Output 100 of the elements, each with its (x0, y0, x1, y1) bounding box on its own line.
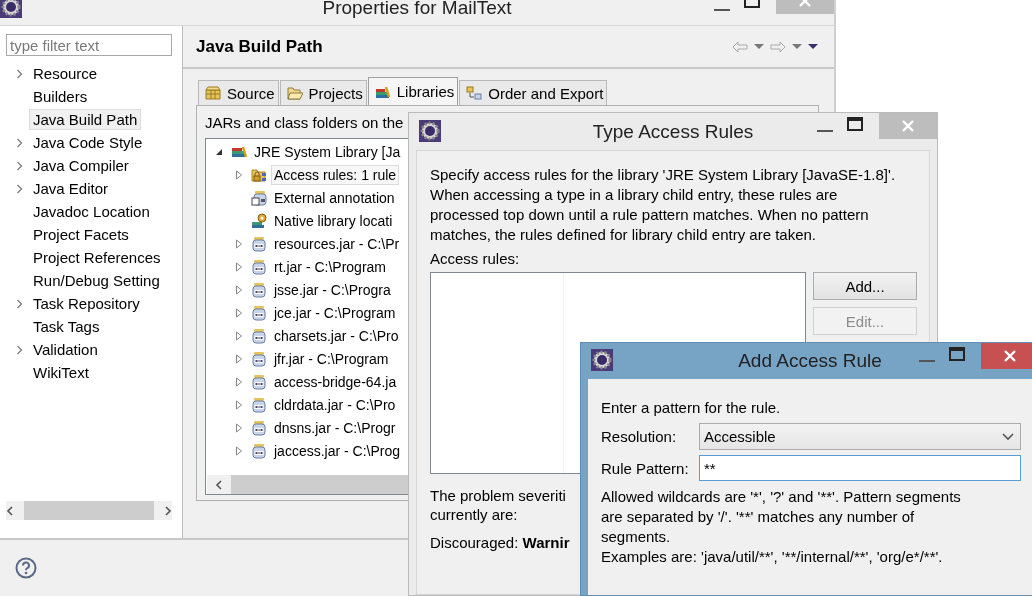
expand-icon[interactable] (235, 284, 243, 295)
tree-item[interactable]: jaccess.jar - C:\Prog (271, 440, 404, 461)
chevron-icon[interactable] (16, 68, 24, 79)
sidebar-item[interactable]: Resource (29, 63, 102, 84)
expand-icon[interactable] (235, 353, 243, 364)
tree-item[interactable]: cldrdata.jar - C:\Pro (271, 394, 399, 415)
tree-item[interactable]: access-bridge-64.ja (271, 371, 400, 392)
severity-text: The problem severiti (430, 486, 566, 505)
forward-icon[interactable] (770, 40, 786, 53)
sidebar-item[interactable]: WikiText (29, 362, 93, 383)
description-text: JARs and class folders on the (205, 114, 405, 131)
examples-text: Examples are: 'java/util/**', '**/internal/**', 'org/e*/**'. (601, 547, 944, 567)
jar-icon (251, 396, 267, 413)
close-icon[interactable] (879, 113, 937, 139)
folder-lock-icon (251, 166, 267, 183)
expand-icon[interactable] (235, 307, 243, 318)
sidebar-item[interactable]: Task Tags (29, 316, 104, 337)
books-gear-icon (251, 212, 267, 229)
sidebar-item[interactable]: Project Facets (29, 224, 133, 245)
sidebar-item[interactable]: Run/Debug Setting (29, 270, 164, 291)
jar-icon (251, 350, 267, 367)
field-label: Resolution: (601, 428, 678, 445)
jar-icon (251, 189, 267, 206)
jar-icon (251, 281, 267, 298)
scroll-right-icon[interactable] (164, 504, 172, 517)
maximize-icon[interactable] (847, 117, 863, 131)
tree-item[interactable]: Native library locati (271, 210, 396, 231)
tree-item[interactable]: Access rules: 1 rule (271, 164, 400, 185)
expand-icon[interactable] (235, 399, 243, 410)
pattern-field[interactable]: ** (699, 455, 1021, 481)
tree-item[interactable]: jfr.jar - C:\Program (271, 348, 392, 369)
sidebar-item[interactable]: Project References (29, 247, 165, 268)
expand-icon[interactable] (235, 422, 243, 433)
discouraged-text: Discouraged: Warnir (430, 534, 570, 551)
scroll-left-icon[interactable] (6, 504, 14, 517)
sidebar-item[interactable]: Javadoc Location (29, 201, 154, 222)
tree-item[interactable]: External annotation (271, 187, 398, 208)
prompt-text: Enter a pattern for the rule. (601, 399, 782, 416)
menu-icon[interactable] (808, 43, 818, 50)
expand-icon[interactable] (235, 238, 243, 249)
help-icon[interactable] (15, 557, 37, 579)
tab[interactable]: Libraries (367, 77, 459, 105)
tree-item[interactable]: dnsns.jar - C:\Progr (271, 417, 399, 438)
gear-icon (419, 120, 441, 142)
list-label: Access rules: (430, 250, 521, 267)
tree-item[interactable]: rt.jar - C:\Program (271, 256, 389, 277)
maximize-icon[interactable] (949, 347, 965, 361)
description-text: Specify access rules for the library 'JRE System Library [JavaSE-1.8]'. When accessing a type in a library child entry, these rules are processed top down until a rule pattern matches. When no pattern matches, the rules defined for library child entry are taken. (430, 165, 897, 245)
expand-icon[interactable] (235, 445, 243, 456)
sidebar-item[interactable]: Java Editor (29, 178, 113, 199)
sidebar-item[interactable]: Java Code Style (29, 132, 147, 153)
dialog-title: Add Access Rule (738, 350, 882, 372)
dropdown-icon[interactable] (792, 43, 802, 50)
dialog-button[interactable]: Add... (813, 272, 917, 300)
field-label: Rule Pattern: (601, 459, 690, 477)
jar-icon (251, 327, 267, 344)
chevron-icon[interactable] (16, 137, 24, 148)
sidebar-item[interactable]: Java Build Path (29, 109, 142, 130)
sidebar-item[interactable]: Builders (29, 86, 92, 107)
expand-icon[interactable] (235, 261, 243, 272)
expand-icon[interactable] (235, 169, 243, 180)
sidebar-item[interactable]: Java Compiler (29, 155, 133, 176)
close-icon[interactable] (981, 343, 1032, 369)
tree-item[interactable]: resources.jar - C:\Pr (271, 233, 403, 254)
tree-item[interactable]: jce.jar - C:\Program (271, 302, 399, 323)
dialog-title: Type Access Rules (592, 121, 754, 143)
dropdown-icon[interactable] (754, 43, 764, 50)
scrollbar[interactable] (6, 501, 172, 520)
back-icon[interactable] (732, 40, 748, 53)
tree-item[interactable]: jsse.jar - C:\Progra (271, 279, 394, 300)
jar-icon (251, 419, 267, 436)
window-title: Properties for MailText (322, 0, 512, 17)
jar-icon (251, 304, 267, 321)
package-icon (205, 86, 221, 100)
jar-icon (251, 258, 267, 275)
chevron-icon[interactable] (16, 298, 24, 309)
tab[interactable]: Source (198, 80, 279, 105)
gear-icon (591, 349, 613, 371)
tree-item[interactable]: charsets.jar - C:\Pro (271, 325, 402, 346)
sidebar-item[interactable]: Task Repository (29, 293, 144, 314)
books-icon (374, 84, 391, 99)
scroll-left-icon[interactable] (215, 478, 223, 491)
chevron-icon[interactable] (1002, 432, 1014, 441)
sidebar-item[interactable]: Validation (29, 339, 102, 360)
collapse-icon[interactable] (215, 147, 223, 156)
filter-field[interactable]: type filter text (6, 34, 172, 56)
chevron-icon[interactable] (16, 160, 24, 171)
expand-icon[interactable] (235, 330, 243, 341)
tab[interactable]: Order and Export (459, 80, 608, 105)
tab[interactable]: Projects (279, 80, 367, 105)
jar-icon (251, 442, 267, 459)
close-icon[interactable] (776, 0, 834, 14)
chevron-icon[interactable] (16, 183, 24, 194)
help-text: Allowed wildcards are '*', '?' and '**'. Pattern segments are separated by '/'. '**' matches any number of segments. (601, 487, 962, 547)
tree-item[interactable]: JRE System Library [Ja (251, 141, 404, 162)
order-icon (466, 86, 483, 100)
expand-icon[interactable] (235, 376, 243, 387)
chevron-icon[interactable] (16, 344, 24, 355)
resolution-dropdown[interactable]: Accessible (699, 423, 1021, 450)
folder-icon (286, 86, 303, 100)
